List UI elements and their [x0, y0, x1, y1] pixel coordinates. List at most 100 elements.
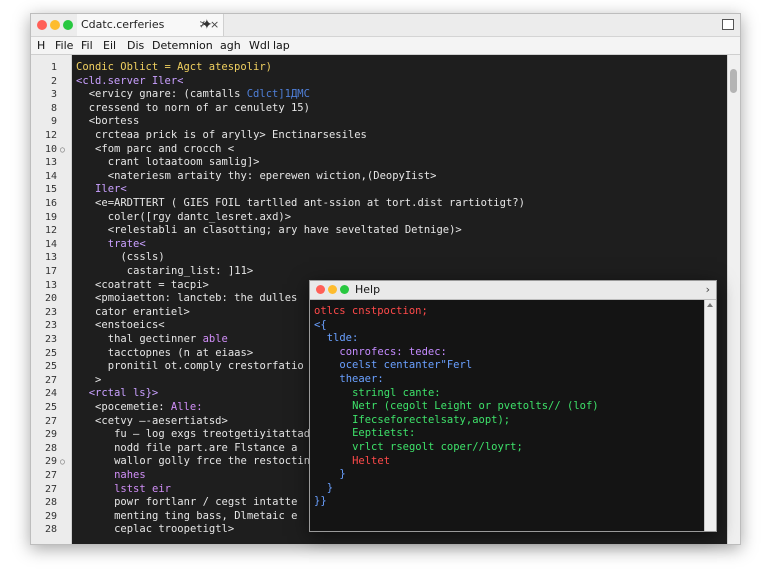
line-number: 23	[44, 306, 57, 318]
help-code-line: Netr (cegolt Leight or pvetolts// (lof)	[352, 400, 599, 413]
code-line[interactable]: <fom parc and crocch <	[95, 143, 234, 155]
line-number: 27	[44, 470, 57, 481]
code-line[interactable]: <rctal ls}>	[89, 387, 159, 399]
help-minimize-button[interactable]	[328, 285, 337, 294]
menu-h[interactable]: H	[37, 37, 45, 54]
help-code-line: tlde:	[326, 332, 359, 345]
code-line[interactable]: tacctopnes (n at eiaas>	[108, 347, 253, 359]
code-line[interactable]: Condic Oblict = Agct atespolir)	[76, 61, 272, 73]
line-number: 13	[44, 157, 57, 169]
code-line[interactable]: Iler<	[95, 183, 127, 195]
help-maximize-button[interactable]	[340, 285, 349, 294]
close-window-button[interactable]	[37, 20, 47, 30]
code-line[interactable]: trate<	[108, 238, 146, 250]
code-line[interactable]: crcteaa prick is of arylly> Enctinarsesi…	[95, 129, 367, 141]
new-tab-icon[interactable]: ✦	[201, 14, 213, 36]
menu-lap[interactable]: lap	[273, 37, 290, 54]
code-text: pronitil ot.comply crestorfatio	[107, 360, 304, 373]
code-line[interactable]: ceplac troopetigtl>	[114, 523, 234, 535]
scroll-up-arrow-icon[interactable]	[707, 303, 713, 307]
line-number: 27	[44, 374, 57, 386]
help-title: Help	[355, 283, 381, 296]
help-code-line: <{	[314, 318, 327, 331]
code-text: <pmoiaetton: lancteb: the dulles	[95, 292, 298, 305]
code-line[interactable]: <cld.server Iler<	[76, 75, 183, 87]
help-close-button[interactable]	[316, 285, 325, 294]
menu-detemnion[interactable]: Detemnion	[152, 37, 213, 54]
code-line[interactable]: menting ting bass, Dlmetaic e	[114, 510, 297, 522]
fold-toggle-icon[interactable]: ○	[60, 145, 65, 154]
menu-eil[interactable]: Eil	[103, 37, 116, 54]
line-number-gutter: 1 2 3 8 9 12 10 ○ 13 14 15 16 19 12 14 13 17 13 20 23 23 23 25…	[31, 55, 72, 544]
line-number: 25	[44, 361, 57, 373]
fold-toggle-icon[interactable]: ○	[60, 457, 65, 466]
code-text: <bortess	[88, 115, 140, 128]
menu-wdl[interactable]: Wdl	[249, 37, 270, 54]
code-line[interactable]: <pocemetie: Alle:	[95, 401, 202, 413]
line-number: 14	[44, 238, 57, 250]
window-layout-icon[interactable]	[722, 19, 734, 30]
code-text: thal gectinner	[107, 333, 203, 345]
code-line[interactable]: <relestabli an clasotting; ary have seve…	[108, 224, 462, 236]
code-line[interactable]: <cetvy —-aesertiatsd>	[95, 415, 228, 427]
help-code-line: vrlct rsegolt coper//loyrt;	[352, 441, 523, 453]
code-line[interactable]: thal gectinner able	[108, 333, 228, 345]
menu-agh[interactable]: agh	[220, 37, 241, 54]
code-text: <coatratt = tacpi>	[95, 278, 209, 291]
code-line[interactable]: coler([rgy dantc_lesret.axd)>	[108, 211, 291, 223]
code-text: nodd file part.are Flstance a	[114, 441, 298, 454]
code-text: trate<	[107, 237, 146, 250]
code-text: menting ting bass, Dlmetaic e	[114, 509, 298, 522]
scrollbar-thumb[interactable]	[730, 69, 737, 93]
code-line[interactable]: lstst eir	[114, 483, 171, 495]
line-number: 3	[50, 89, 57, 101]
line-number: 29	[44, 429, 57, 441]
menu-dis[interactable]: Dis	[127, 37, 144, 54]
code-line[interactable]: nodd file part.are Flstance a	[114, 442, 297, 454]
code-line[interactable]: pronitil ot.comply crestorfatio	[108, 360, 304, 372]
code-line[interactable]: cator erantiel>	[95, 306, 190, 318]
line-number: 25	[44, 347, 57, 359]
code-line[interactable]: castaring_list: ]11>	[127, 265, 253, 277]
code-line[interactable]: fu — log exgs treotgetiyitattad	[114, 428, 310, 440]
line-number: 12	[44, 130, 57, 141]
code-line[interactable]: (cssls)	[120, 251, 164, 263]
maximize-window-button[interactable]	[63, 20, 73, 30]
code-line[interactable]: powr fortlanr / cegst intatte	[114, 496, 297, 508]
code-text: <rctal ls}>	[88, 387, 159, 400]
code-text: ceplac troopetigtl>	[114, 523, 235, 536]
code-line[interactable]: <coatratt = tacpi>	[95, 279, 209, 291]
line-number: 23	[44, 320, 57, 332]
code-line[interactable]: <nateriesm artaity thy: eperewen wiction…	[108, 170, 437, 182]
help-title-bar: Help ›	[310, 281, 716, 300]
menu-file[interactable]: File	[55, 37, 73, 54]
line-number: 20	[44, 293, 57, 305]
help-code-area[interactable]: otlcs cnstpoction; <{tlde: conrofecs: tede…	[310, 300, 705, 531]
code-line[interactable]: <bortess	[89, 115, 140, 127]
line-number: 28	[44, 442, 57, 454]
code-annotation: Cdlct]1ДMC	[240, 88, 310, 101]
code-line[interactable]: nahes	[114, 469, 146, 481]
code-keyword: able	[202, 333, 228, 345]
chevron-right-icon[interactable]: ›	[706, 281, 710, 299]
code-line[interactable]: <ervicy gnare: (camtalls Cdlct]1ДMC	[89, 88, 310, 100]
code-line[interactable]: wallor golly frce the restoctin	[114, 455, 310, 467]
code-line[interactable]: cressend to norn of ar cenulety 15)	[89, 102, 310, 114]
help-code-line: stringl cante:	[352, 386, 441, 399]
line-number: 27	[44, 415, 57, 427]
code-text: <enstoeics<	[95, 319, 165, 332]
code-line[interactable]: <e=ARDTTERT ( GIES FOIL tartlled ant-ssi…	[95, 197, 525, 209]
minimize-window-button[interactable]	[50, 20, 60, 30]
code-text: <e=ARDTTERT ( GIES FOIL tartlled ant-ssi…	[95, 197, 525, 209]
code-line[interactable]: <enstoeics<	[95, 319, 165, 331]
vertical-scrollbar[interactable]	[727, 55, 740, 544]
code-text: Iler<	[95, 183, 127, 196]
code-line[interactable]: <pmoiaetton: lancteb: the dulles	[95, 292, 297, 304]
code-line[interactable]: >	[95, 374, 101, 386]
line-number: 28	[44, 497, 57, 509]
menu-fil[interactable]: Fil	[81, 37, 93, 54]
help-scrollbar[interactable]	[704, 300, 716, 531]
help-panel: Help › otlcs cnstpoction; <{tlde: conrofec…	[309, 280, 717, 532]
code-text: powr fortlanr / cegst intatte	[114, 496, 298, 509]
code-line[interactable]: crant lotaatoom samlig]>	[108, 156, 260, 168]
